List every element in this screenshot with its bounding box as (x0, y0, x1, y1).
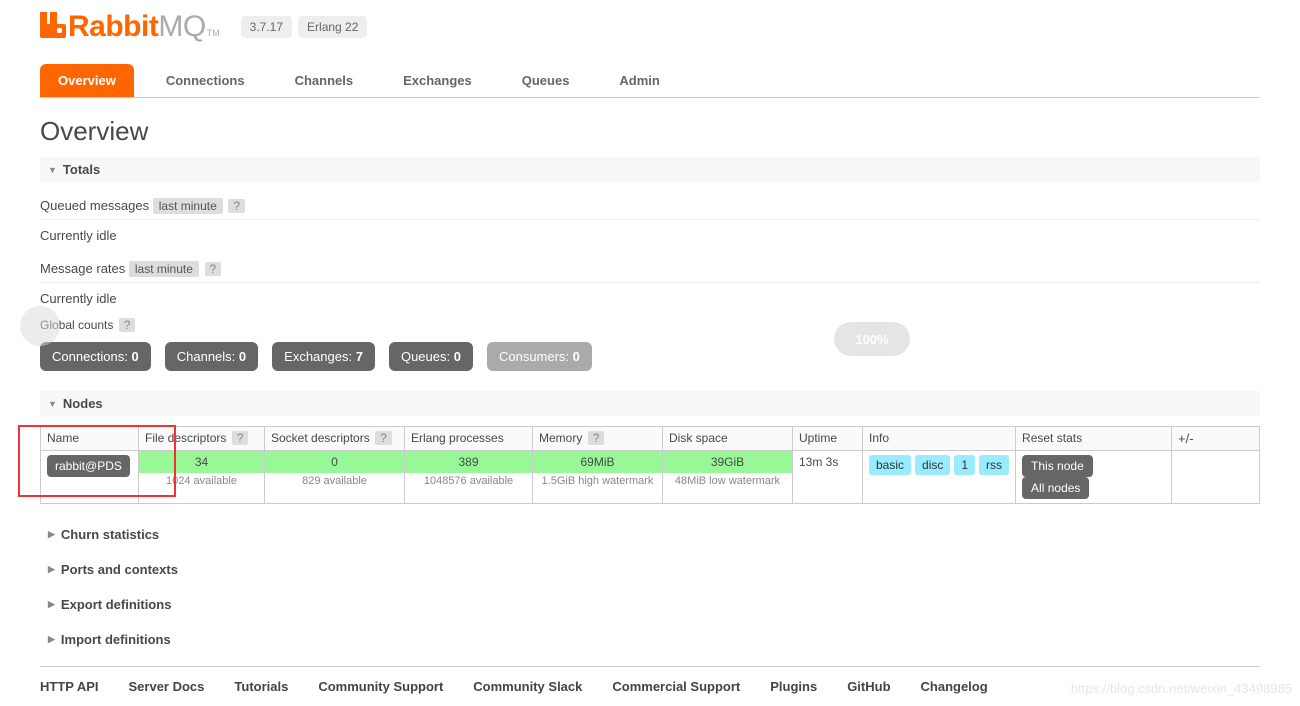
queues-count-btn[interactable]: Queues: 0 (389, 342, 473, 371)
section-title: Import definitions (61, 632, 171, 647)
footer-link-changelog[interactable]: Changelog (921, 679, 988, 694)
section-export[interactable]: Export definitions (40, 592, 1260, 617)
footer-link-community-slack[interactable]: Community Slack (473, 679, 582, 694)
global-counts: Connections: 0 Channels: 0 Exchanges: 7 … (40, 342, 1260, 371)
ep-value: 389 (405, 451, 532, 473)
page-title: Overview (40, 116, 1260, 147)
queued-messages-row: Queued messages last minute ? (40, 192, 1260, 220)
message-rates-row: Message rates last minute ? (40, 255, 1260, 283)
footer-link-community-support[interactable]: Community Support (318, 679, 443, 694)
section-ports[interactable]: Ports and contexts (40, 557, 1260, 582)
col-sd: Socket descriptors ? (265, 427, 405, 451)
col-reset: Reset stats (1016, 427, 1172, 451)
help-icon[interactable]: ? (228, 199, 245, 213)
main-tabs: Overview Connections Channels Exchanges … (40, 64, 1260, 98)
queued-period-select[interactable]: last minute (153, 198, 223, 214)
info-badge-basic[interactable]: basic (869, 455, 911, 475)
watermark-circle (20, 306, 60, 346)
table-row: rabbit@PDS 34 1024 available 0 829 avail… (41, 451, 1260, 504)
watermark-bubble: 100% (834, 322, 910, 356)
section-title: Totals (63, 162, 100, 177)
footer-link-plugins[interactable]: Plugins (770, 679, 817, 694)
section-title: Churn statistics (61, 527, 159, 542)
ep-sub: 1048576 available (405, 473, 532, 489)
help-icon[interactable]: ? (119, 318, 136, 332)
col-plusminus[interactable]: +/- (1172, 427, 1260, 451)
help-icon[interactable]: ? (375, 431, 392, 445)
footer-link-github[interactable]: GitHub (847, 679, 890, 694)
rabbitmq-icon (40, 12, 66, 38)
info-badge-1[interactable]: 1 (954, 455, 975, 475)
tab-exchanges[interactable]: Exchanges (385, 64, 490, 97)
col-disk: Disk space (663, 427, 793, 451)
footer-link-server-docs[interactable]: Server Docs (129, 679, 205, 694)
tab-channels[interactable]: Channels (277, 64, 372, 97)
uptime-value: 13m 3s (793, 451, 863, 504)
server-version-badge: 3.7.17 (241, 16, 292, 38)
tab-admin[interactable]: Admin (601, 64, 677, 97)
erlang-version-badge: Erlang 22 (298, 16, 367, 38)
logo[interactable]: RabbitMQTM (40, 10, 220, 44)
section-title: Export definitions (61, 597, 172, 612)
help-icon[interactable]: ? (588, 431, 605, 445)
connections-count-btn[interactable]: Connections: 0 (40, 342, 151, 371)
info-badge-disc[interactable]: disc (915, 455, 950, 475)
section-totals[interactable]: Totals (40, 157, 1260, 182)
col-fd: File descriptors ? (139, 427, 265, 451)
rates-period-select[interactable]: last minute (129, 261, 199, 277)
sd-value: 0 (265, 451, 404, 473)
col-ep: Erlang processes (405, 427, 533, 451)
disk-value: 39GiB (663, 451, 792, 473)
section-nodes[interactable]: Nodes (40, 391, 1260, 416)
node-name-badge[interactable]: rabbit@PDS (47, 455, 130, 477)
tab-connections[interactable]: Connections (148, 64, 263, 97)
channels-count-btn[interactable]: Channels: 0 (165, 342, 258, 371)
section-title: Ports and contexts (61, 562, 178, 577)
reset-all-nodes-button[interactable]: All nodes (1022, 477, 1089, 499)
reset-this-node-button[interactable]: This node (1022, 455, 1093, 477)
queued-idle: Currently idle (40, 228, 1260, 243)
mem-value: 69MiB (533, 451, 662, 473)
exchanges-count-btn[interactable]: Exchanges: 7 (272, 342, 375, 371)
logo-text-rabbit: Rabbit (68, 10, 158, 44)
footer-link-tutorials[interactable]: Tutorials (234, 679, 288, 694)
col-uptime: Uptime (793, 427, 863, 451)
fd-value: 34 (139, 451, 264, 473)
disk-sub: 48MiB low watermark (663, 473, 792, 489)
help-icon[interactable]: ? (205, 262, 222, 276)
sd-sub: 829 available (265, 473, 404, 489)
section-churn[interactable]: Churn statistics (40, 522, 1260, 547)
footer: HTTP API Server Docs Tutorials Community… (40, 666, 1260, 706)
consumers-count-btn[interactable]: Consumers: 0 (487, 342, 592, 371)
help-icon[interactable]: ? (232, 431, 249, 445)
nodes-table: Name File descriptors ? Socket descripto… (40, 426, 1260, 504)
fd-sub: 1024 available (139, 473, 264, 489)
col-info: Info (863, 427, 1016, 451)
rates-idle: Currently idle (40, 291, 1260, 306)
section-import[interactable]: Import definitions (40, 627, 1260, 652)
header: RabbitMQTM 3.7.17 Erlang 22 (40, 10, 1260, 44)
section-title: Nodes (63, 396, 103, 411)
col-mem: Memory ? (533, 427, 663, 451)
logo-tm: TM (207, 28, 220, 38)
logo-text-mq: MQ (158, 10, 205, 44)
tab-overview[interactable]: Overview (40, 64, 134, 97)
tab-queues[interactable]: Queues (504, 64, 588, 97)
footer-link-commercial-support[interactable]: Commercial Support (612, 679, 740, 694)
rates-label: Message rates (40, 261, 125, 276)
footer-link-http-api[interactable]: HTTP API (40, 679, 99, 694)
mem-sub: 1.5GiB high watermark (533, 473, 662, 489)
info-badge-rss[interactable]: rss (979, 455, 1009, 475)
global-counts-row: Global counts ? (40, 318, 1260, 332)
queued-label: Queued messages (40, 198, 149, 213)
col-name: Name (41, 427, 139, 451)
